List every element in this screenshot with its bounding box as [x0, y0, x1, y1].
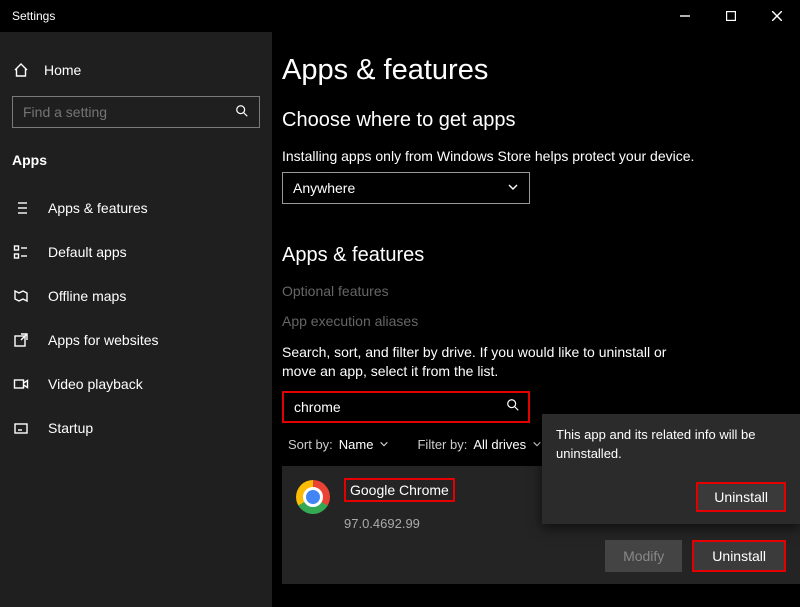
sidebar-item-label: Video playback [48, 376, 143, 392]
choose-apps-heading: Choose where to get apps [282, 109, 800, 132]
sort-value: Name [339, 437, 374, 452]
search-icon [235, 104, 251, 121]
filter-label: Filter by: [417, 437, 467, 452]
choose-apps-desc: Installing apps only from Windows Store … [282, 148, 800, 164]
filter-value: All drives [473, 437, 526, 452]
content-area: Apps & features Choose where to get apps… [272, 32, 800, 607]
sidebar-item-label: Offline maps [48, 288, 126, 304]
search-helper-text: Search, sort, and filter by drive. If yo… [282, 343, 692, 381]
uninstall-confirm-popup: This app and its related info will be un… [542, 414, 800, 524]
sidebar-item-apps-for-websites[interactable]: Apps for websites [0, 318, 272, 362]
app-list: Google Chrome 97.0.4692.99 This app and … [282, 466, 800, 584]
maximize-button[interactable] [708, 0, 754, 32]
sidebar-item-label: Apps for websites [48, 332, 159, 348]
page-title: Apps & features [282, 54, 800, 87]
sidebar-item-offline-maps[interactable]: Offline maps [0, 274, 272, 318]
modify-button: Modify [605, 540, 682, 572]
sidebar-item-label: Default apps [48, 244, 127, 260]
sidebar-item-video-playback[interactable]: Video playback [0, 362, 272, 406]
find-setting-search[interactable] [12, 96, 260, 128]
optional-features-link[interactable]: Optional features [282, 283, 800, 299]
home-icon [12, 62, 30, 78]
list-icon [12, 200, 30, 216]
execution-aliases-link[interactable]: App execution aliases [282, 313, 800, 329]
close-button[interactable] [754, 0, 800, 32]
window-titlebar: Settings [0, 0, 800, 32]
chevron-down-icon [507, 180, 519, 196]
sidebar-item-default-apps[interactable]: Default apps [0, 230, 272, 274]
window-title: Settings [12, 9, 55, 23]
app-source-dropdown[interactable]: Anywhere [282, 172, 530, 204]
app-name: Google Chrome [344, 478, 455, 502]
home-nav[interactable]: Home [0, 54, 272, 96]
popup-uninstall-button[interactable]: Uninstall [696, 482, 786, 512]
app-source-value: Anywhere [293, 180, 355, 196]
startup-icon [12, 420, 30, 436]
sidebar-item-label: Apps & features [48, 200, 148, 216]
search-icon [506, 398, 520, 415]
chrome-icon [296, 480, 330, 514]
app-version: 97.0.4692.99 [344, 516, 455, 531]
video-icon [12, 376, 30, 392]
sort-by-control[interactable]: Sort by: Name [288, 437, 389, 452]
sort-label: Sort by: [288, 437, 333, 452]
chevron-down-icon [379, 437, 389, 452]
home-label: Home [44, 62, 81, 78]
sidebar-item-label: Startup [48, 420, 93, 436]
launch-icon [12, 332, 30, 348]
filter-by-control[interactable]: Filter by: All drives [417, 437, 542, 452]
minimize-button[interactable] [662, 0, 708, 32]
app-search-box[interactable] [282, 391, 530, 423]
find-setting-input[interactable] [23, 104, 235, 120]
sidebar: Home Apps Apps & features Default apps O… [0, 32, 272, 607]
sidebar-item-apps-features[interactable]: Apps & features [0, 186, 272, 230]
uninstall-button[interactable]: Uninstall [692, 540, 786, 572]
sidebar-item-startup[interactable]: Startup [0, 406, 272, 450]
popup-message: This app and its related info will be un… [556, 426, 786, 464]
app-search-input[interactable] [294, 399, 506, 415]
map-icon [12, 288, 30, 304]
sidebar-section-title: Apps [0, 152, 272, 186]
apps-features-subheading: Apps & features [282, 244, 800, 267]
defaults-icon [12, 244, 30, 260]
chevron-down-icon [532, 437, 542, 452]
